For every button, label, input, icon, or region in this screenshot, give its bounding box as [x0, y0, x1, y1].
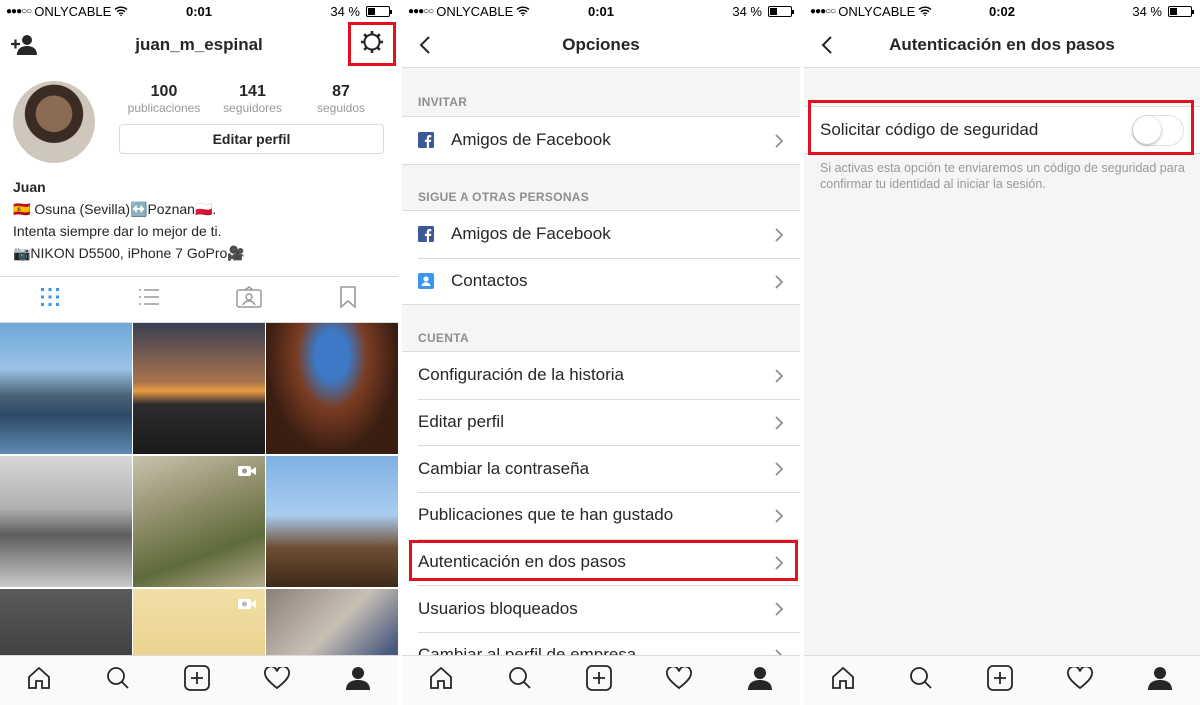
tab-saved[interactable]	[299, 277, 399, 322]
chevron-right-icon	[774, 415, 784, 430]
gear-highlight[interactable]	[348, 22, 396, 66]
battery-percent: 34 %	[330, 4, 360, 19]
menu-item-follow-facebook[interactable]: Amigos de Facebook	[402, 211, 800, 258]
page-title: Autenticación en dos pasos	[889, 35, 1115, 54]
search-icon[interactable]	[508, 666, 532, 695]
status-bar: ●●●○○ ONLYCABLE 0:01 34 %	[0, 0, 398, 22]
facebook-icon	[418, 226, 434, 243]
bookmark-icon	[339, 286, 357, 313]
menu-item-edit-profile[interactable]: Editar perfil	[402, 398, 800, 446]
video-icon	[237, 464, 257, 483]
photo-grid	[0, 323, 398, 705]
tagged-icon	[236, 286, 262, 313]
menu-item-story-settings[interactable]: Configuración de la historia	[402, 352, 800, 399]
back-icon[interactable]	[818, 35, 838, 55]
help-text: Si activas esta opción te enviaremos un …	[820, 161, 1185, 191]
two-factor-highlight	[409, 540, 798, 581]
tab-grid[interactable]	[0, 277, 100, 322]
photo-thumbnail[interactable]	[266, 456, 398, 587]
photo-thumbnail[interactable]	[266, 323, 398, 454]
photo-thumbnail[interactable]	[0, 456, 132, 587]
heart-icon[interactable]	[666, 665, 693, 695]
section-header: SIGUE A OTRAS PERSONAS	[418, 190, 590, 204]
profile-name: Juan	[13, 179, 46, 195]
gear-icon[interactable]	[359, 29, 385, 60]
chevron-right-icon	[774, 227, 784, 242]
bottom-tab-bar	[804, 655, 1200, 705]
search-icon[interactable]	[106, 666, 130, 695]
status-bar: ●●●○○ ONLYCABLE 0:01 34 %	[402, 0, 800, 22]
bio-line: 📷NIKON D5500, iPhone 7 GoPro🎥	[13, 245, 245, 261]
profile-screen: ●●●○○ ONLYCABLE 0:01 34 % juan_m_espinal …	[0, 0, 398, 705]
battery-percent: 34 %	[1132, 4, 1162, 19]
profile-icon[interactable]	[1147, 666, 1173, 695]
edit-profile-button[interactable]: Editar perfil	[119, 124, 384, 154]
profile-icon[interactable]	[747, 666, 773, 695]
toggle-highlight	[808, 100, 1194, 155]
menu-item-invite-facebook[interactable]: Amigos de Facebook	[402, 117, 800, 164]
home-icon[interactable]	[429, 666, 453, 694]
two-factor-screen: ●●●○○ ONLYCABLE 0:02 34 % Autenticación e…	[804, 0, 1200, 705]
profile-bio: Juan 🇪🇸 Osuna (Sevilla)↔️Poznan🇵🇱. Inten…	[13, 176, 245, 264]
facebook-icon	[418, 132, 434, 149]
bottom-tab-bar	[402, 655, 800, 705]
chevron-right-icon	[774, 368, 784, 383]
status-bar: ●●●○○ ONLYCABLE 0:02 34 %	[804, 0, 1200, 22]
options-screen: ●●●○○ ONLYCABLE 0:01 34 % Opciones INVITA…	[402, 0, 800, 705]
home-icon[interactable]	[27, 666, 51, 694]
video-thumbnail[interactable]	[133, 456, 265, 587]
profile-header: juan_m_espinal	[0, 22, 398, 68]
grid-icon	[40, 287, 60, 312]
section-header: CUENTA	[418, 331, 469, 345]
add-post-icon[interactable]	[586, 665, 612, 696]
search-icon[interactable]	[909, 666, 933, 695]
section-account: Configuración de la historia Editar perf…	[402, 351, 800, 680]
back-icon[interactable]	[416, 35, 436, 55]
avatar[interactable]	[13, 81, 95, 163]
chevron-right-icon	[774, 508, 784, 523]
section-follow: Amigos de Facebook Contactos	[402, 210, 800, 306]
contacts-icon	[418, 273, 434, 290]
battery-icon	[1168, 6, 1194, 17]
section-header: INVITAR	[418, 95, 468, 109]
menu-item-liked-posts[interactable]: Publicaciones que te han gustado	[402, 492, 800, 539]
battery-icon	[366, 6, 392, 17]
home-icon[interactable]	[831, 666, 855, 694]
profile-stats: 100 publicaciones 141 seguidores 87 seguido…	[120, 83, 385, 115]
battery-icon	[768, 6, 794, 17]
username: juan_m_espinal	[135, 35, 263, 54]
menu-item-blocked-users[interactable]: Usuarios bloqueados	[402, 585, 800, 632]
stat-posts[interactable]: 100 publicaciones	[120, 83, 208, 115]
chevron-right-icon	[774, 274, 784, 289]
heart-icon[interactable]	[264, 665, 291, 695]
page-title: Opciones	[562, 35, 640, 54]
chevron-right-icon	[774, 133, 784, 148]
options-header: Opciones	[402, 22, 800, 68]
chevron-right-icon	[774, 461, 784, 477]
stat-followers[interactable]: 141 seguidores	[209, 83, 297, 115]
profile-tabs	[0, 276, 398, 323]
battery-percent: 34 %	[732, 4, 762, 19]
stat-following[interactable]: 87 seguidos	[297, 83, 385, 115]
heart-icon[interactable]	[1067, 665, 1093, 695]
photo-thumbnail[interactable]	[133, 323, 265, 454]
bio-line: 🇪🇸 Osuna (Sevilla)↔️Poznan🇵🇱.	[13, 201, 217, 217]
profile-icon[interactable]	[345, 666, 371, 695]
chevron-right-icon	[774, 601, 784, 617]
list-icon	[138, 288, 160, 311]
menu-item-contacts[interactable]: Contactos	[402, 257, 800, 305]
section-invite: Amigos de Facebook	[402, 116, 800, 165]
bottom-tab-bar	[0, 655, 398, 705]
tab-list[interactable]	[100, 277, 200, 322]
add-post-icon[interactable]	[184, 665, 210, 696]
video-icon	[237, 597, 257, 616]
menu-item-change-password[interactable]: Cambiar la contraseña	[402, 445, 800, 492]
bio-line: Intenta siempre dar lo mejor de ti.	[13, 223, 222, 239]
photo-thumbnail[interactable]	[0, 323, 132, 454]
two-factor-header: Autenticación en dos pasos	[804, 22, 1200, 68]
add-user-icon[interactable]	[10, 33, 38, 57]
add-post-icon[interactable]	[987, 665, 1013, 696]
tab-tagged[interactable]	[199, 277, 299, 322]
